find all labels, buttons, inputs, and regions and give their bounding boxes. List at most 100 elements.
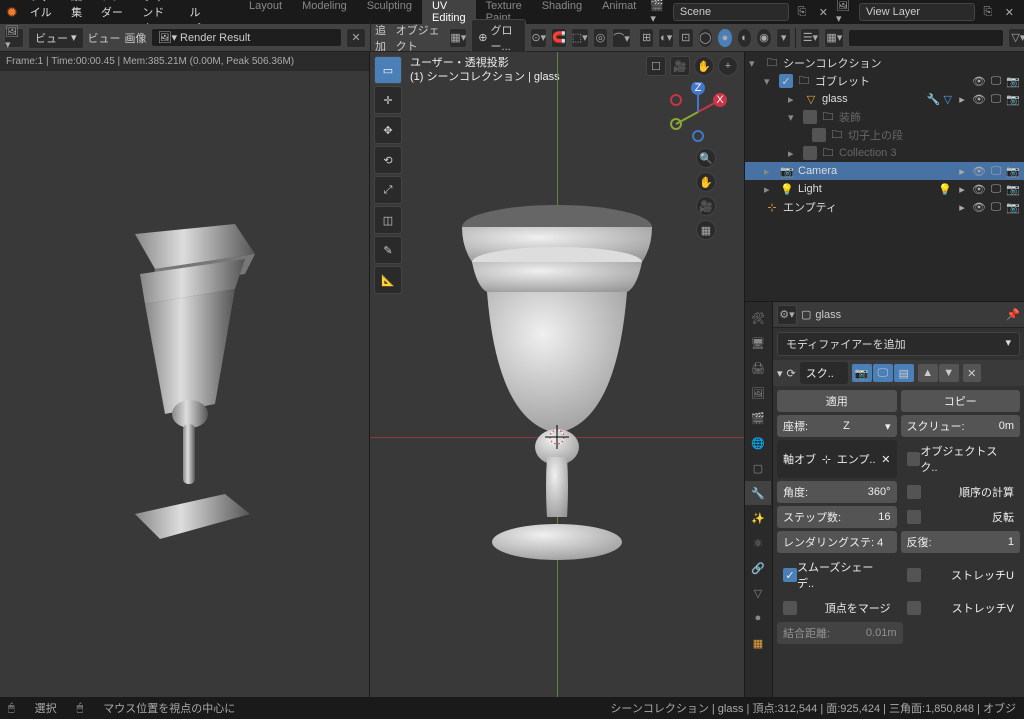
render-steps-field[interactable]: レンダリングステ: 4 (777, 531, 897, 553)
blender-logo-icon[interactable]: ✹ (6, 4, 18, 21)
tree-glass-object[interactable]: ▸ ▽glass 🔧▽ ▸👁🖵📷 (745, 90, 1024, 108)
display-mode-icon[interactable]: ▦▾ (824, 28, 844, 48)
tree-camera[interactable]: ▸ 📷Camera ▸👁🖵📷 (745, 162, 1024, 180)
image-close-icon[interactable]: ✕ (346, 28, 366, 48)
overlay-icon[interactable]: ⊞ (639, 28, 655, 48)
add-modifier-dropdown[interactable]: モディファイアーを追加▾ (777, 332, 1020, 356)
proptab-tool[interactable]: 🛠 (745, 306, 771, 330)
mod-moveup-icon[interactable]: ▲ (918, 364, 938, 382)
proportional-falloff-icon[interactable]: ⌒▾ (612, 28, 631, 48)
coll3-enable-check[interactable] (803, 146, 817, 160)
shading-rendered-icon[interactable]: ◉ (756, 28, 772, 48)
tree-decoration-collection[interactable]: ▾ 🗀装飾 (745, 108, 1024, 126)
tree-collection-3[interactable]: ▸ 🗀Collection 3 (745, 144, 1024, 162)
decoration-enable-check[interactable] (803, 110, 817, 124)
proptab-mesh[interactable]: ▽ (745, 581, 771, 605)
mod-realtime-icon[interactable]: 🖵 (873, 364, 893, 382)
browse-viewlayer-icon[interactable]: 🖼▾ (836, 0, 855, 25)
proportional-icon[interactable]: ◎ (593, 28, 609, 48)
calc-order-check-row[interactable]: 順序の計算 (901, 481, 1021, 503)
merge-verts-check-row[interactable]: 頂点をマージ (777, 597, 897, 619)
tool-scale[interactable]: ⤢ (374, 176, 402, 204)
mod-editmode-icon[interactable]: ▤ (894, 364, 914, 382)
outliner-search-input[interactable] (848, 29, 1004, 47)
object-screw-check-row[interactable]: オブジェクトスク.. (901, 440, 1021, 478)
nav-zoom-icon[interactable]: 🔍 (696, 148, 716, 168)
tool-transform[interactable]: ◫ (374, 206, 402, 234)
nav-persp-icon[interactable]: ▦ (696, 220, 716, 240)
stretch-u-check-row[interactable]: ストレッチU (901, 556, 1021, 594)
tree-scene-collection[interactable]: ▾🗀 シーンコレクション (745, 54, 1024, 72)
image-datablock[interactable]: 🖼▾ Render Result (151, 28, 342, 47)
iterations-field[interactable]: 反復:1 (901, 531, 1021, 553)
overlay-dropdown-icon[interactable]: ◐▾ (658, 28, 674, 48)
kiriko-enable-check[interactable] (812, 128, 826, 142)
tool-rotate[interactable]: ⟲ (374, 146, 402, 174)
proptab-material[interactable]: ● (745, 606, 771, 630)
menu-add[interactable]: 追加 (375, 22, 392, 54)
pin-icon[interactable]: 📌 (1006, 308, 1020, 321)
shading-solid-icon[interactable]: ● (717, 28, 733, 48)
exclude-icon[interactable]: 👁 (972, 75, 986, 88)
steps-field[interactable]: ステップ数:16 (777, 506, 897, 528)
modifier-name-field[interactable]: スク.. (800, 362, 848, 384)
tree-goblet-collection[interactable]: ▾ ✓ 🗀ゴブレット 👁🖵📷 (745, 72, 1024, 90)
viewport-3d[interactable]: ▭ ✛ ✥ ⟲ ⤢ ◫ ✎ 📐 ユーザー・透視投影 (1) シーンコレクション … (370, 52, 744, 697)
restrict-icon[interactable]: 🖵 (989, 75, 1003, 88)
viewlayer-field[interactable]: View Layer (859, 3, 975, 21)
mod-delete-icon[interactable]: ✕ (963, 364, 981, 382)
image-view-label[interactable]: ビュー (88, 30, 121, 46)
nav-camera-icon[interactable]: 🎥 (696, 196, 716, 216)
xray-icon[interactable]: ⊡ (678, 28, 694, 48)
apply-button[interactable]: 適用 (777, 390, 897, 412)
nav-pan-icon[interactable]: ✋ (696, 172, 716, 192)
proptab-output[interactable]: 🖨 (745, 356, 771, 380)
transform-orientation[interactable]: ⊕ グロー... (471, 19, 526, 57)
angle-field[interactable]: 角度:360° (777, 481, 897, 503)
shading-material-icon[interactable]: ◐ (737, 28, 753, 48)
mod-render-icon[interactable]: 📷 (852, 364, 872, 382)
proptab-physics[interactable]: ⚛ (745, 531, 771, 555)
view-gizmo-icon[interactable]: 🎥 (670, 56, 690, 76)
tool-measure[interactable]: 📐 (374, 266, 402, 294)
editor-type-outliner-icon[interactable]: ☰▾ (800, 28, 820, 48)
snap-icon[interactable]: 🧲 (551, 28, 567, 48)
new-scene-icon[interactable]: ⎘ (793, 3, 810, 21)
proptab-modifier[interactable]: 🔧 (745, 481, 771, 505)
image-menu[interactable]: 画像 (125, 30, 147, 46)
screw-offset-field[interactable]: スクリュー:0m (901, 415, 1021, 437)
proptab-texture[interactable]: ▦ (745, 631, 771, 655)
mode-select-icon[interactable]: ▦▾ (449, 28, 467, 48)
axis-dropdown[interactable]: 座標:Z▾ (777, 415, 897, 437)
delete-viewlayer-icon[interactable]: ✕ (1001, 3, 1018, 21)
tree-light[interactable]: ▸ 💡Light 💡 ▸👁🖵📷 (745, 180, 1024, 198)
proptab-constraint[interactable]: 🔗 (745, 556, 771, 580)
proptab-object[interactable]: ▢ (745, 456, 771, 480)
proptab-scene[interactable]: 🎬 (745, 406, 771, 430)
select-icon[interactable]: ▸ (955, 93, 969, 106)
shading-dropdown-icon[interactable]: ▾ (776, 28, 792, 48)
tree-empty[interactable]: ⊹エンプティ ▸👁🖵📷 (745, 198, 1024, 216)
pivot-icon[interactable]: ⊙▾ (530, 28, 547, 48)
image-view-menu[interactable]: ビュー ▾ (28, 27, 84, 49)
outliner-tree[interactable]: ▾🗀 シーンコレクション ▾ ✓ 🗀ゴブレット 👁🖵📷 ▸ ▽glass 🔧▽ … (745, 52, 1024, 301)
proptab-viewlayer[interactable]: 🖼 (745, 381, 771, 405)
mod-movedown-icon[interactable]: ▼ (939, 364, 959, 382)
filter-icon[interactable]: ▽▾ (1008, 28, 1024, 48)
editor-type-properties-icon[interactable]: ⚙▾ (777, 305, 797, 325)
flip-check-row[interactable]: 反転 (901, 506, 1021, 528)
breadcrumb-object[interactable]: glass (815, 309, 841, 321)
shading-wireframe-icon[interactable]: ◯ (698, 28, 714, 48)
snap-target-icon[interactable]: ⬚▾ (571, 28, 589, 48)
tree-kiriko-collection[interactable]: 🗀切子上の段 (745, 126, 1024, 144)
stretch-v-check-row[interactable]: ストレッチV (901, 597, 1021, 619)
delete-scene-icon[interactable]: ✕ (815, 3, 832, 21)
menu-object[interactable]: オブジェクト (396, 22, 446, 54)
new-viewlayer-icon[interactable]: ⎘ (979, 3, 996, 21)
navigation-gizmo[interactable]: X Z (668, 82, 728, 142)
copy-button[interactable]: コピー (901, 390, 1021, 412)
tool-move[interactable]: ✥ (374, 116, 402, 144)
modifier-panel-header[interactable]: ▾⟳ スク.. 📷 🖵 ▤ ▲ ▼ ✕ (773, 360, 1024, 386)
goblet-enable-check[interactable]: ✓ (779, 74, 793, 88)
tool-select-box[interactable]: ▭ (374, 56, 402, 84)
